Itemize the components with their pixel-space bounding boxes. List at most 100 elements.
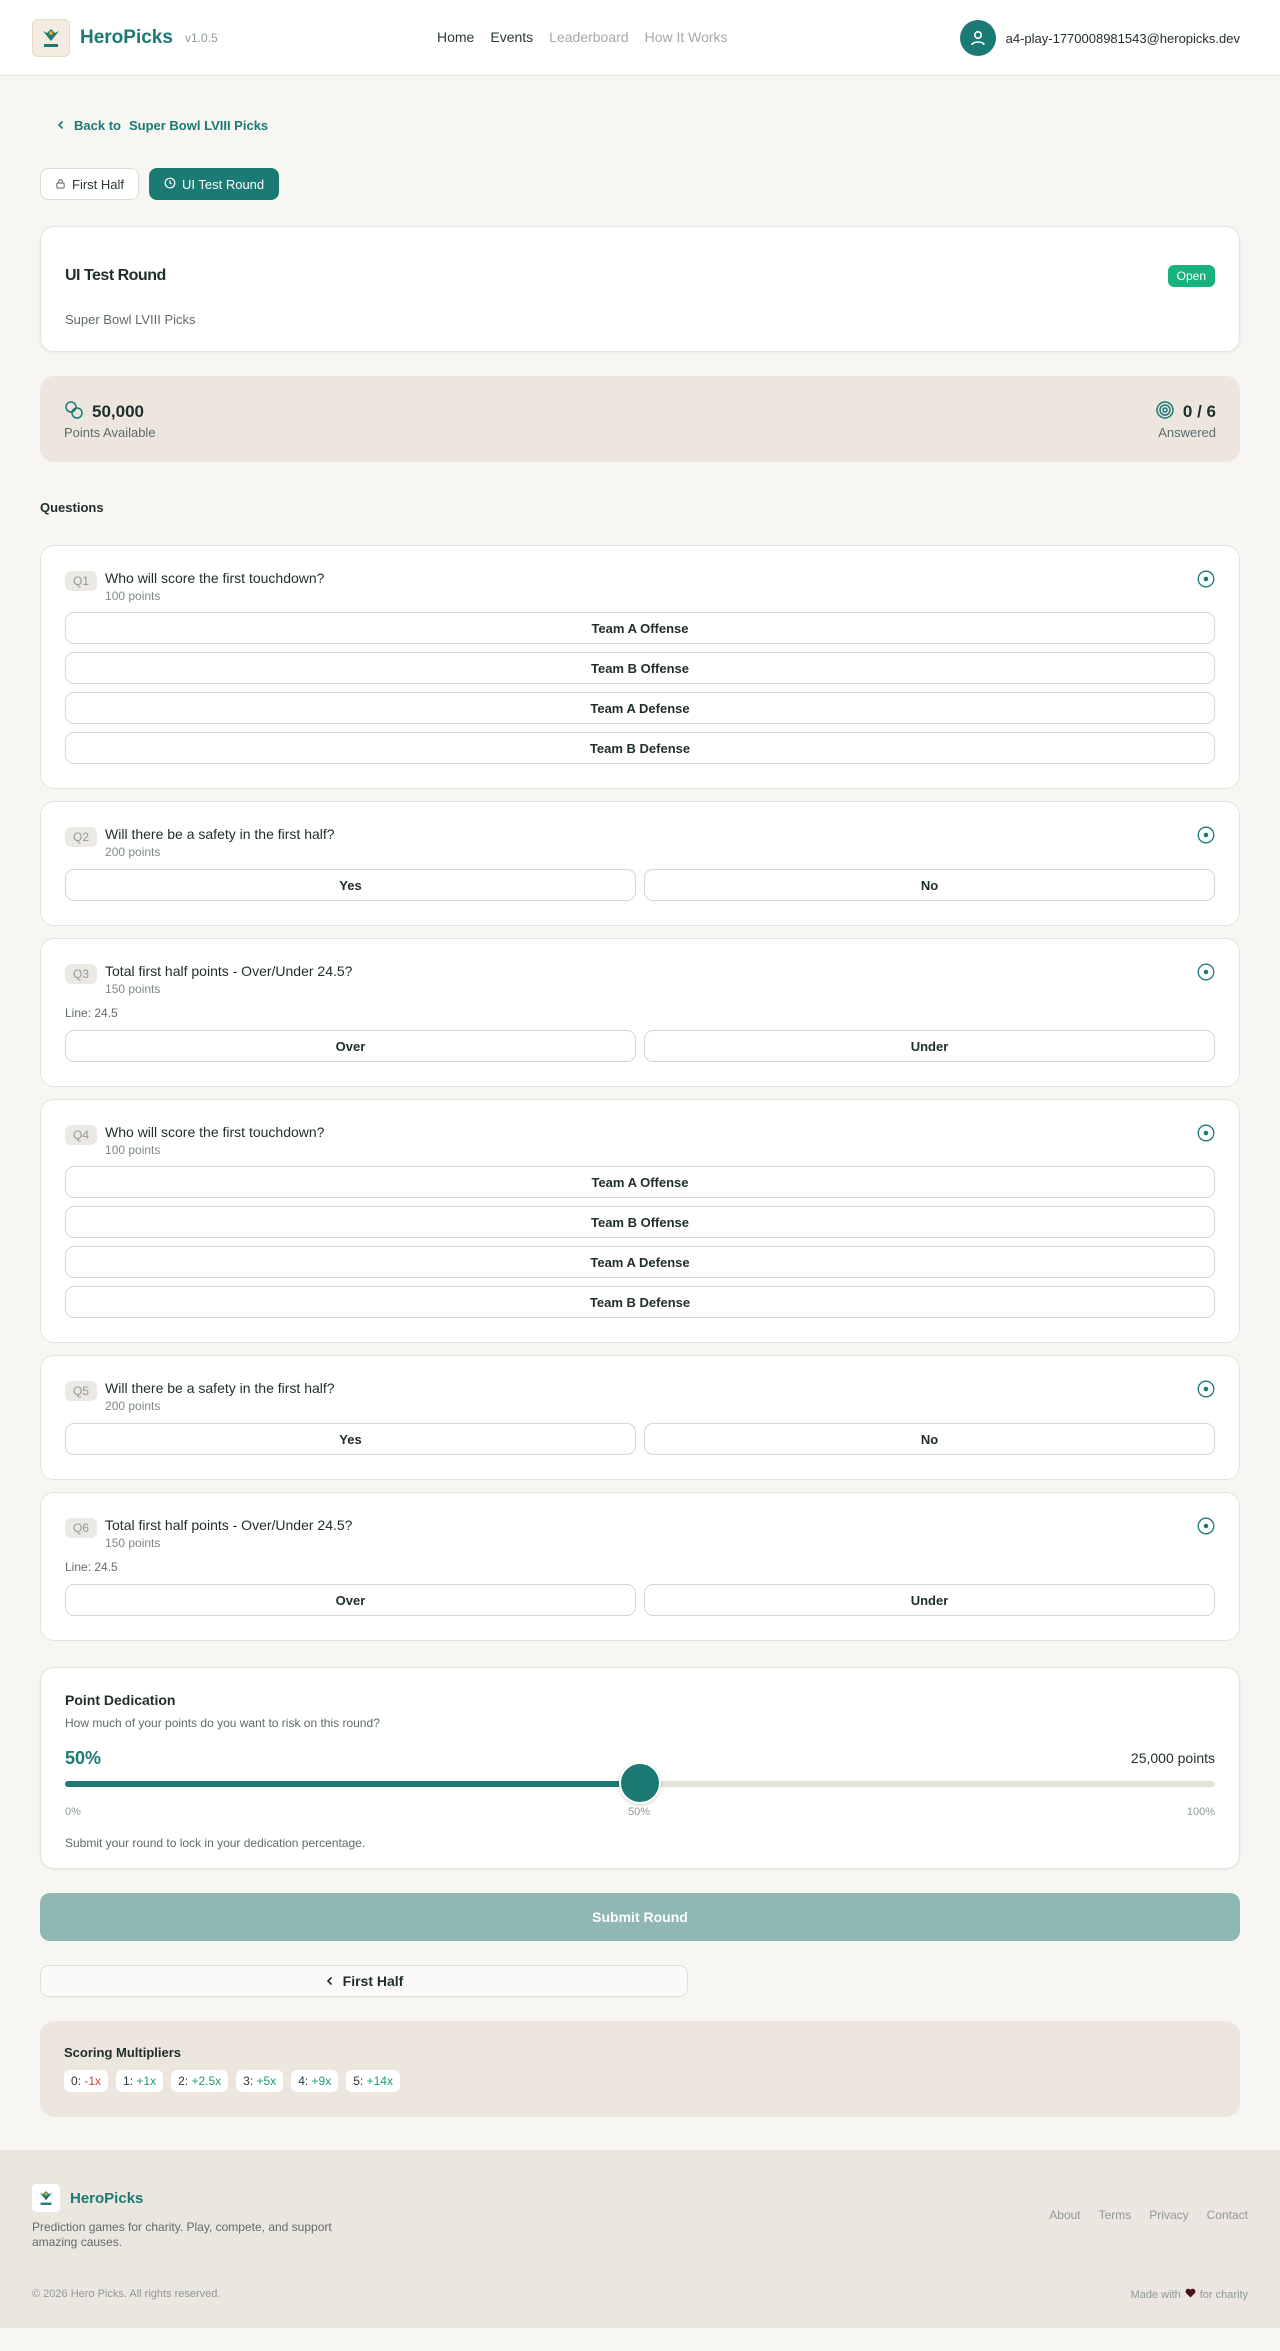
question-body: Who will score the first touchdown? 100 p… [105,1124,324,1157]
answer-option[interactable]: Team A Offense [65,1166,1215,1198]
footer-brand[interactable]: HeroPicks [32,2184,143,2212]
answer-options: Team A Offense Team B Offense Team A Defen… [65,1166,1215,1318]
footer-link-privacy[interactable]: Privacy [1149,2208,1188,2222]
back-link[interactable]: Back to Super Bowl LVIII Picks [40,116,1240,134]
main-nav: Home Events Leaderboard How It Works [437,29,728,45]
round-info-card: UI Test Round Open Super Bowl LVIII Pick… [40,226,1240,352]
app-header: HeroPicks v1.0.5 Home Events Leaderboard… [0,0,1280,76]
answer-option[interactable]: Yes [65,1423,636,1455]
answer-option[interactable]: Team B Offense [65,652,1215,684]
dedication-percent: 50% [65,1748,102,1768]
unanswered-circle-icon [1197,963,1215,984]
question-body: Total first half points - Over/Under 24.… [105,1517,352,1550]
multiplier-chip: 0: -1x [64,2070,109,2092]
points-available-label: Points Available [64,425,156,440]
previous-round-button[interactable]: First Half [40,1965,688,1997]
points-available-value: 50,000 [92,401,144,421]
target-icon [1155,400,1175,423]
submit-round-button[interactable]: Submit Round [40,1893,1240,1941]
answer-option[interactable]: No [644,869,1215,901]
answer-option[interactable]: Over [65,1584,636,1616]
multiplier-value: +14x [366,2074,393,2088]
question-points: 200 points [105,1399,161,1413]
question-number: Q1 [65,571,98,591]
footer-link-terms[interactable]: Terms [1099,2208,1132,2222]
footer-link-contact[interactable]: Contact [1207,2208,1248,2222]
answered-label: Answered [1158,425,1216,440]
answer-options: Yes No [65,1423,1215,1455]
round-tab-first-half[interactable]: First Half [40,168,139,200]
round-tab-ui-test-round[interactable]: UI Test Round [149,168,280,200]
multiplier-chip: 1: +1x [116,2070,164,2092]
question-card: Q2 Will there be a safety in the first ha… [40,801,1240,926]
coins-icon [64,400,84,423]
app-version: v1.0.5 [184,30,218,45]
answer-option[interactable]: No [644,1423,1215,1455]
scoring-multipliers: Scoring Multipliers 0: -1x 1: +1x 2: +2.5x… [40,2021,1240,2117]
footer-copyright: © 2026 Hero Picks. All rights reserved. [32,2288,221,2300]
question-body: Will there be a safety in the first half… [105,1380,335,1413]
answer-option[interactable]: Yes [65,869,636,901]
multiplier-key: 5: [353,2074,364,2088]
question-header: Q5 Will there be a safety in the first ha… [65,1380,1215,1413]
nav-home[interactable]: Home [437,29,474,45]
question-text: Total first half points - Over/Under 24.… [105,963,353,979]
answer-option[interactable]: Team B Offense [65,1206,1215,1238]
multiplier-key: 1: [123,2074,134,2088]
question-header: Q2 Will there be a safety in the first ha… [65,826,1215,859]
question-body: Will there be a safety in the first half… [105,826,335,859]
multiplier-value: +1x [136,2074,157,2088]
questions-heading: Questions [40,500,104,515]
user-avatar-icon [959,20,996,56]
question-header: Q4 Who will score the first touchdown? 100… [65,1124,1215,1157]
answer-option[interactable]: Under [644,1030,1215,1062]
answer-option[interactable]: Team A Offense [65,612,1215,644]
answer-option[interactable]: Under [644,1584,1215,1616]
question-points: 150 points [105,1536,161,1550]
brand-name: HeroPicks [80,26,173,48]
user-menu[interactable]: a4-play-1770008981543@heropicks.dev [959,20,1240,56]
question-card: Q1 Who will score the first touchdown? 100… [40,545,1240,789]
chevron-left-icon [325,1973,335,1989]
status-badge: Open [1167,265,1215,287]
answer-option[interactable]: Team B Defense [65,732,1215,764]
slider-thumb[interactable] [619,1762,661,1804]
question-number: Q5 [65,1381,98,1401]
answer-option[interactable]: Team B Defense [65,1286,1215,1318]
dedication-points: 25,000 points [1130,1750,1215,1766]
question-card: Q5 Will there be a safety in the first ha… [40,1355,1240,1480]
multiplier-key: 3: [243,2074,254,2088]
nav-leaderboard[interactable]: Leaderboard [549,29,628,45]
footer-links: About Terms Privacy Contact [1049,2208,1248,2222]
question-number: Q6 [65,1518,98,1538]
clock-icon [164,177,176,192]
user-email: a4-play-1770008981543@heropicks.dev [1005,30,1240,46]
question-text: Who will score the first touchdown? [105,1124,325,1140]
dedication-slider[interactable] [65,1762,1215,1804]
dedication-title: Point Dedication [65,1692,176,1708]
tick-min: 0% [65,1806,81,1818]
answer-option[interactable]: Team A Defense [65,692,1215,724]
multiplier-chip: 2: +2.5x [171,2070,229,2092]
question-points: 200 points [105,845,161,859]
question-body: Who will score the first touchdown? 100 p… [105,570,324,603]
question-points: 150 points [105,982,161,996]
unanswered-circle-icon [1197,1517,1215,1538]
brand[interactable]: HeroPicks v1.0.5 [32,18,218,57]
footer-link-about[interactable]: About [1049,2208,1080,2222]
question-card: Q6 Total first half points - Over/Under 2… [40,1492,1240,1641]
unanswered-circle-icon [1197,826,1215,847]
question-text: Will there be a safety in the first half… [105,826,335,842]
multiplier-value: +2.5x [191,2074,222,2088]
answer-option[interactable]: Team A Defense [65,1246,1215,1278]
tick-max: 100% [1186,1806,1215,1818]
round-event-name: Super Bowl LVIII Picks [65,312,196,327]
heropicks-logo-icon [32,18,70,57]
heart-icon [1185,2288,1196,2301]
question-card: Q4 Who will score the first touchdown? 100… [40,1099,1240,1343]
back-link-target: Super Bowl LVIII Picks [128,117,269,133]
question-body: Total first half points - Over/Under 24.… [105,963,352,996]
nav-how-it-works[interactable]: How It Works [645,29,728,45]
answer-option[interactable]: Over [65,1030,636,1062]
nav-events[interactable]: Events [490,29,533,45]
